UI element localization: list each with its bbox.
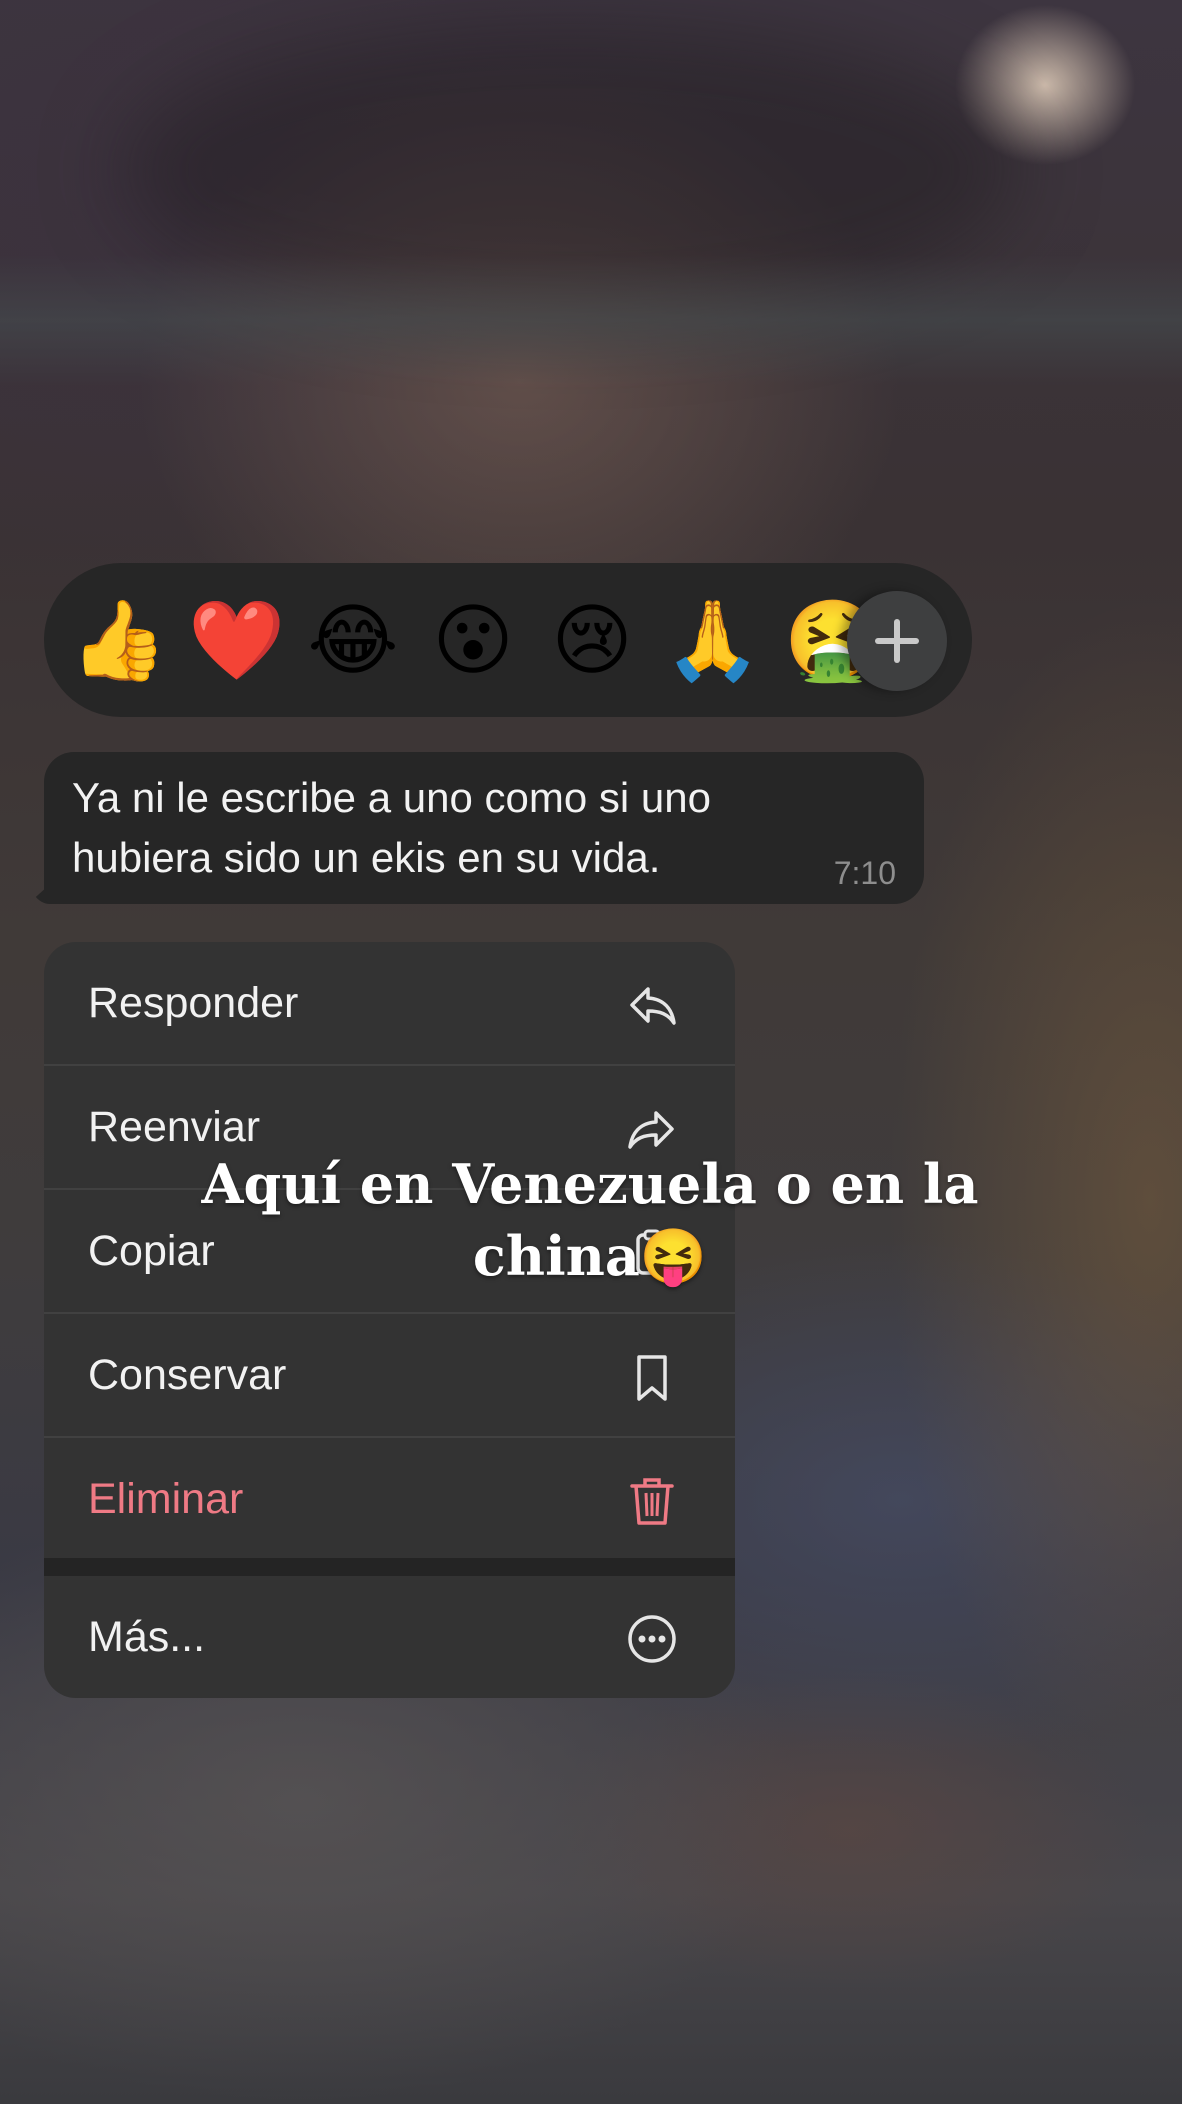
background-band	[0, 255, 1182, 385]
message-time: 7:10	[833, 855, 896, 891]
menu-item-eliminar[interactable]: Eliminar	[44, 1438, 735, 1560]
trash-icon	[630, 1478, 674, 1525]
reaction-red-heart[interactable]: ❤️	[188, 595, 285, 687]
message-bubble[interactable]: Ya ni le escribe a uno como si uno hubie…	[44, 752, 924, 904]
reaction-crying[interactable]: 😢	[546, 595, 638, 687]
menu-item-conservar[interactable]: Conservar	[44, 1314, 735, 1436]
menu-item-label: Eliminar	[88, 1475, 244, 1523]
bookmark-icon	[637, 1355, 667, 1401]
reaction-tears-of-joy[interactable]: 😂	[307, 595, 399, 687]
menu-item-mas[interactable]: Más...	[44, 1576, 735, 1698]
caption-line-2: china😝	[472, 1224, 708, 1288]
caption-line-1: Aquí en Venezuela o en la	[201, 1152, 979, 1216]
message-text: Ya ni le escribe a uno como si uno hubie…	[72, 774, 711, 881]
menu-group-divider	[44, 1558, 735, 1576]
plus-icon[interactable]	[847, 591, 947, 691]
menu-item-label: Más...	[88, 1613, 206, 1661]
video-caption: Aquí en Venezuela o en la china😝	[200, 1148, 980, 1292]
reply-icon	[630, 987, 676, 1025]
more-icon	[628, 1615, 676, 1663]
reaction-open-mouth[interactable]: 😮	[427, 595, 519, 687]
menu-item-label: Responder	[88, 979, 299, 1027]
reaction-bar: 👍 ❤️ 😂 😮 😢 🙏 🤮	[44, 563, 972, 717]
menu-item-responder[interactable]: Responder	[44, 942, 735, 1064]
reaction-folded-hands[interactable]: 🙏	[664, 595, 761, 687]
reaction-thumbs-up[interactable]: 👍	[70, 595, 167, 687]
context-menu: Responder Reenviar Copiar Conservar Elim…	[44, 942, 735, 1698]
menu-item-label: Conservar	[88, 1351, 287, 1399]
menu-item-label: Copiar	[88, 1227, 215, 1275]
